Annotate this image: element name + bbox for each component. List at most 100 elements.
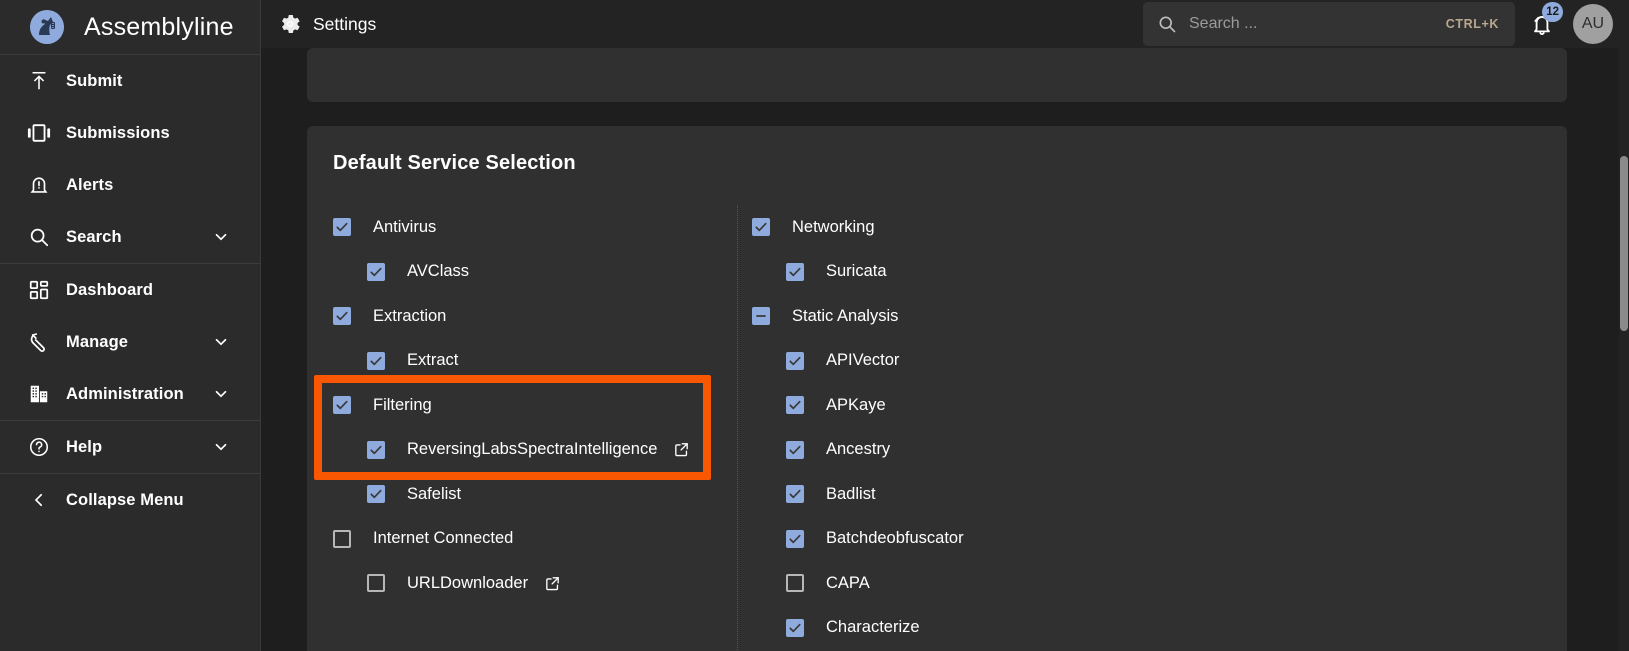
checkbox-urldownloader[interactable]: [367, 574, 385, 593]
service-row-avclass[interactable]: AVClass: [333, 250, 737, 295]
previous-card-clipped: MalwareBazaar: [307, 48, 1567, 102]
service-row-urldownloader[interactable]: URLDownloader: [333, 561, 737, 606]
service-row-ancestry[interactable]: Ancestry: [752, 428, 1141, 473]
sidebar-item-label: Alerts: [66, 175, 114, 194]
service-row-reversinglabsspectraintelligence[interactable]: ReversingLabsSpectraIntelligence: [333, 428, 737, 473]
topbar: Settings CTRL+K: [261, 0, 1629, 48]
sidebar-item-manage[interactable]: Manage: [0, 316, 260, 368]
sidebar-item-label: Administration: [66, 384, 184, 403]
sidebar-item-label: Search: [66, 227, 122, 246]
default-service-selection-card: Default Service Selection Antivirus AVCla…: [307, 126, 1567, 651]
service-row-extract[interactable]: Extract: [333, 339, 737, 384]
checkbox-internet-connected[interactable]: [333, 529, 351, 548]
service-label: Antivirus: [373, 217, 437, 236]
service-row-filtering[interactable]: Filtering: [333, 383, 737, 428]
notifications-count-badge: 12: [1542, 2, 1563, 22]
service-label: Safelist: [407, 484, 462, 503]
service-row-static-analysis[interactable]: Static Analysis: [752, 294, 1141, 339]
checkbox-extract[interactable]: [367, 351, 385, 370]
sidebar-item-submissions[interactable]: Submissions: [0, 107, 260, 159]
external-link-icon[interactable]: [544, 575, 561, 592]
submissions-icon: [12, 122, 66, 144]
assemblyline-logo-icon: [30, 10, 64, 44]
gear-icon: [279, 13, 301, 35]
service-label: Suricata: [826, 262, 887, 281]
sidebar-item-dashboard[interactable]: Dashboard: [0, 264, 260, 316]
sidebar-item-submit[interactable]: Submit: [0, 55, 260, 107]
checkbox-reversinglabsspectraintelligence[interactable]: [367, 440, 385, 459]
settings-scroll-area: MalwareBazaar Default Service Selection …: [261, 48, 1629, 651]
service-row-antivirus[interactable]: Antivirus: [333, 205, 737, 250]
topbar-actions: CTRL+K 12 AU: [1143, 0, 1629, 48]
main-content: Settings CTRL+K: [261, 0, 1629, 651]
checkbox-characterize[interactable]: [786, 618, 804, 637]
search-input[interactable]: [1189, 15, 1434, 33]
checkbox-capa[interactable]: [786, 574, 804, 593]
service-columns: Antivirus AVClass Extraction Extract Filteri…: [333, 205, 1541, 650]
brand-header[interactable]: Assemblyline: [0, 0, 260, 55]
service-row-batchdeobfuscator[interactable]: Batchdeobfuscator: [752, 517, 1141, 562]
checkbox-networking[interactable]: [752, 218, 770, 237]
avatar[interactable]: AU: [1573, 4, 1613, 44]
chevron-down-icon[interactable]: [212, 438, 230, 456]
checkbox-apkaye[interactable]: [786, 396, 804, 415]
service-label: Extract: [407, 351, 459, 370]
sidebar-item-label: Help: [66, 437, 103, 456]
sidebar-item-label: Submit: [66, 71, 123, 90]
sidebar-item-label: Collapse Menu: [66, 490, 184, 509]
service-row-extraction[interactable]: Extraction: [333, 294, 737, 339]
service-label: AVClass: [407, 262, 470, 281]
sidebar-item-search[interactable]: Search: [0, 211, 260, 263]
service-row-capa[interactable]: CAPA: [752, 561, 1141, 606]
chevron-down-icon[interactable]: [212, 385, 230, 403]
page-title-group: Settings: [279, 13, 376, 35]
notifications-button[interactable]: 12: [1515, 0, 1569, 48]
sidebar-item-help[interactable]: Help: [0, 421, 260, 473]
checkbox-ancestry[interactable]: [786, 440, 804, 459]
service-row-apivector[interactable]: APIVector: [752, 339, 1141, 384]
building-icon: [12, 383, 66, 405]
card-title: Default Service Selection: [333, 152, 576, 174]
sidebar-item-label: Submissions: [66, 123, 170, 142]
service-row-suricata[interactable]: Suricata: [752, 250, 1141, 295]
checkbox-apivector[interactable]: [786, 351, 804, 370]
sidebar-item-alerts[interactable]: Alerts: [0, 159, 260, 211]
page-title: Settings: [313, 13, 377, 34]
alert-bell-icon: [12, 174, 66, 197]
upload-icon: [12, 70, 66, 92]
chevron-down-icon[interactable]: [212, 333, 230, 351]
checkbox-safelist[interactable]: [367, 485, 385, 504]
checkbox-filtering[interactable]: [333, 396, 351, 415]
app-root: Assemblyline Submit Submissions Alerts S…: [0, 0, 1629, 651]
sidebar-item-collapse-menu[interactable]: Collapse Menu: [0, 474, 260, 526]
service-label: CAPA: [826, 573, 870, 592]
help-circle-icon: [12, 436, 66, 458]
service-column-left: Antivirus AVClass Extraction Extract Filteri…: [333, 205, 737, 650]
sidebar-item-administration[interactable]: Administration: [0, 368, 260, 420]
service-row-characterize[interactable]: Characterize: [752, 606, 1141, 651]
service-row-safelist[interactable]: Safelist: [333, 472, 737, 517]
checkbox-static-analysis[interactable]: [752, 307, 770, 326]
service-row-networking[interactable]: Networking: [752, 205, 1141, 250]
service-row-apkaye[interactable]: APKaye: [752, 383, 1141, 428]
checkbox-badlist[interactable]: [786, 485, 804, 504]
checkbox-extraction[interactable]: [333, 307, 351, 326]
external-link-icon[interactable]: [673, 441, 690, 458]
search-box[interactable]: CTRL+K: [1143, 2, 1515, 46]
sidebar-item-label: Manage: [66, 332, 129, 351]
service-label: APKaye: [826, 395, 886, 414]
vertical-scrollbar-thumb[interactable]: [1620, 156, 1628, 331]
chevron-down-icon[interactable]: [212, 228, 230, 246]
checkbox-batchdeobfuscator[interactable]: [786, 529, 804, 548]
service-row-internet-connected[interactable]: Internet Connected: [333, 517, 737, 562]
checkbox-antivirus[interactable]: [333, 218, 351, 237]
search-shortcut-hint: CTRL+K: [1445, 17, 1499, 31]
vertical-scrollbar[interactable]: [1619, 48, 1629, 651]
sidebar-nav: Submit Submissions Alerts Search Dashboa…: [0, 55, 260, 526]
service-label: Characterize: [826, 618, 920, 637]
service-label: URLDownloader: [407, 573, 529, 592]
service-label: Networking: [792, 217, 875, 236]
checkbox-avclass[interactable]: [367, 262, 385, 281]
service-row-badlist[interactable]: Badlist: [752, 472, 1141, 517]
checkbox-suricata[interactable]: [786, 262, 804, 281]
